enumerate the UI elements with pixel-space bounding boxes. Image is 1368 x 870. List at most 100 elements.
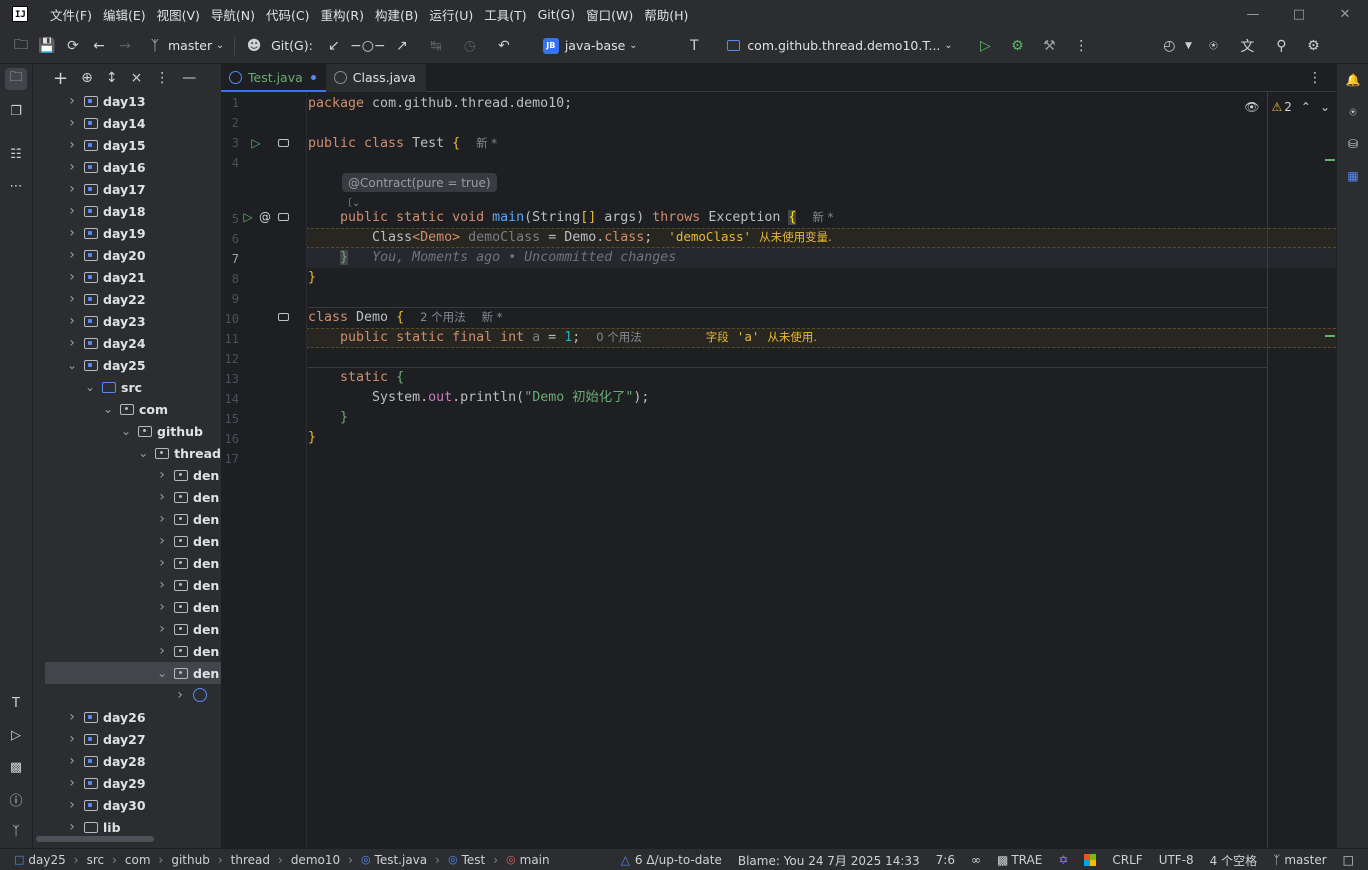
chevron-right-icon[interactable]: › [65, 225, 79, 241]
chevron-right-icon[interactable]: › [65, 137, 79, 153]
breadcrumb-item[interactable]: github [171, 853, 209, 867]
tree-item[interactable]: › day17 [33, 178, 221, 200]
history-icon[interactable]: ◷ [457, 33, 483, 59]
commit-icon[interactable]: ❐ [5, 100, 27, 122]
tab-class-java[interactable]: Class.java [325, 63, 426, 92]
menu-view[interactable]: 视图(V) [157, 5, 200, 24]
translate-icon[interactable]: 文 [1234, 33, 1260, 59]
tree-item[interactable]: ⌄ thread [33, 442, 221, 464]
tree-item[interactable]: ⌄ den [45, 662, 221, 684]
chevron-right-icon[interactable]: › [155, 555, 169, 571]
tree-item[interactable]: › day26 [33, 706, 221, 728]
menu-window[interactable]: 窗口(W) [586, 5, 633, 24]
contract-inlay-hint[interactable]: @Contract(pure = true) [342, 173, 497, 192]
tree-item[interactable]: › day29 [33, 772, 221, 794]
menu-build[interactable]: 构建(B) [375, 5, 418, 24]
chevron-down-icon[interactable]: ⌄ [940, 33, 956, 59]
trae-t-icon[interactable]: T [681, 33, 707, 59]
chevron-right-icon[interactable]: › [65, 203, 79, 219]
close-icon[interactable]: ✕ [1322, 0, 1368, 28]
vcs-status[interactable]: △ 6 Δ/up-to-date [621, 853, 722, 867]
expand-all-icon[interactable]: ↕ [106, 70, 118, 86]
microsoft-logo-icon[interactable] [1084, 854, 1097, 866]
collapse-all-icon[interactable]: ⨯ [131, 70, 143, 86]
tree-item[interactable]: › day28 [33, 750, 221, 772]
tab-test-java[interactable]: Test.java [221, 64, 326, 92]
chevron-down-icon[interactable]: ⌄ [119, 424, 133, 438]
add-user-icon[interactable]: ☻ [241, 33, 267, 59]
menu-run[interactable]: 运行(U) [429, 5, 473, 24]
chevron-right-icon[interactable]: › [155, 511, 169, 527]
code-with-me-icon[interactable]: ◴ [1156, 33, 1182, 59]
tree-item[interactable]: ⌄ github [33, 420, 221, 442]
add-icon[interactable]: + [53, 68, 68, 89]
chevron-right-icon[interactable]: › [65, 819, 79, 835]
debug-icon[interactable]: ⚙ [1004, 33, 1030, 59]
rollback-icon[interactable]: ↶ [491, 33, 517, 59]
breadcrumb-item[interactable]: com [125, 853, 151, 867]
chevron-right-icon[interactable]: › [65, 797, 79, 813]
tree-item[interactable]: › den [33, 596, 221, 618]
chevron-right-icon[interactable]: › [155, 489, 169, 505]
chevron-right-icon[interactable]: › [65, 731, 79, 747]
forward-icon[interactable]: → [112, 33, 138, 59]
chevron-right-icon[interactable]: › [155, 467, 169, 483]
more-tools-icon[interactable]: ⋯ [5, 175, 27, 197]
tree-item[interactable]: › den [33, 618, 221, 640]
chevron-right-icon[interactable]: › [65, 159, 79, 175]
chevron-right-icon[interactable]: › [65, 115, 79, 131]
tree-item[interactable]: › day16 [33, 156, 221, 178]
chevron-right-icon[interactable]: › [155, 533, 169, 549]
tree-item[interactable]: › den [33, 530, 221, 552]
chevron-down-icon[interactable]: ⌄ [83, 380, 97, 394]
tree-item[interactable]: › den [33, 508, 221, 530]
chevron-right-icon[interactable]: › [65, 335, 79, 351]
tree-item[interactable]: › day14 [33, 112, 221, 134]
maximize-icon[interactable]: □ [1276, 0, 1322, 28]
git-branch-icon[interactable]: ᛉ [5, 820, 27, 842]
menu-git[interactable]: Git(G) [538, 7, 576, 22]
tree-item[interactable]: › lib [33, 816, 221, 838]
chevron-down-icon[interactable]: ⌄ [155, 666, 169, 680]
breadcrumb-item[interactable]: main [520, 853, 550, 867]
options-icon[interactable]: ⋮ [155, 70, 169, 86]
build-hammer-icon[interactable]: ⚒ [1036, 33, 1062, 59]
tree-item[interactable]: › day15 [33, 134, 221, 156]
chevron-right-icon[interactable]: › [65, 247, 79, 263]
tree-item[interactable]: › day20 [33, 244, 221, 266]
chevron-down-icon[interactable]: ⌄ [101, 402, 115, 416]
chevron-right-icon[interactable]: › [65, 181, 79, 197]
project-folder-icon[interactable]: 🗀 [5, 68, 27, 90]
run-icon[interactable]: ▷ [972, 33, 998, 59]
tree-item[interactable]: › den [33, 552, 221, 574]
tree-item[interactable]: › day22 [33, 288, 221, 310]
chevron-right-icon[interactable]: › [65, 291, 79, 307]
chevron-right-icon[interactable]: › [65, 709, 79, 725]
chevron-right-icon[interactable]: › [65, 753, 79, 769]
tree-item[interactable]: › day21 [33, 266, 221, 288]
git-push-icon[interactable]: ↗ [389, 33, 415, 59]
chevron-down-icon[interactable]: ⌄ [625, 33, 641, 59]
back-icon[interactable]: ← [86, 33, 112, 59]
hide-icon[interactable]: — [182, 70, 196, 86]
branch-selector[interactable]: master [168, 38, 212, 53]
chevron-right-icon[interactable]: › [155, 599, 169, 615]
prev-highlight-icon[interactable]: ⌃ [1301, 100, 1311, 114]
git-commit-icon[interactable]: −○− [350, 33, 386, 59]
ai-assistant-icon[interactable]: ⍟ [1200, 33, 1226, 59]
ai-toggle-icon[interactable]: ∞ [971, 853, 981, 867]
gear-icon[interactable]: ⚙ [1300, 33, 1326, 59]
tree-item[interactable]: ⌄ day25 [33, 354, 221, 376]
menu-navigate[interactable]: 导航(N) [211, 5, 255, 24]
breadcrumb-item[interactable]: demo10 [291, 853, 340, 867]
chevron-right-icon[interactable]: › [173, 687, 187, 703]
chevron-right-icon[interactable]: › [155, 621, 169, 637]
ai-chat-icon[interactable]: ⍟ [1343, 102, 1363, 122]
code-editor[interactable]: 1 2 3 4 5 6 7 8 9 10 11 12 13 14 15 16 17 ▷ ▷ @ 👁 ⚠ 2 ⌃ … [221, 92, 1336, 848]
caret-position[interactable]: 7:6 [936, 853, 955, 867]
reader-mode-eye-icon[interactable]: 👁 [1244, 100, 1259, 114]
sync-icon[interactable]: ⟳ [60, 33, 86, 59]
next-highlight-icon[interactable]: ⌄ [1320, 100, 1330, 114]
intellij-logo-icon[interactable]: IJ [12, 6, 28, 22]
implementation-icon[interactable] [276, 210, 290, 224]
